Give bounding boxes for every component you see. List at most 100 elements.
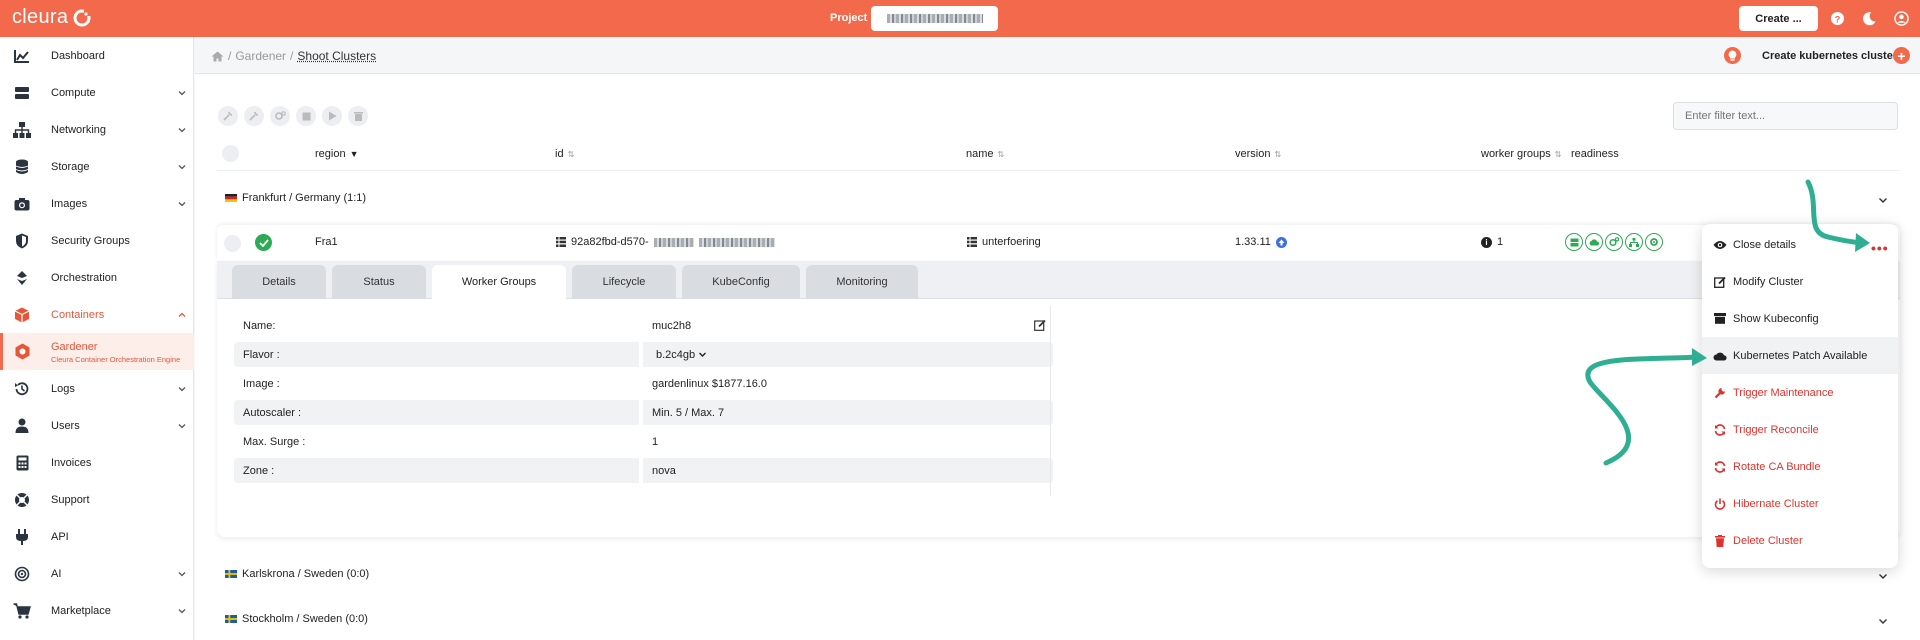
sidebar-item-users[interactable]: Users	[0, 407, 194, 444]
edit-icon[interactable]	[1034, 319, 1046, 331]
group-row-karlskrona[interactable]: Karlskrona / Sweden (0:0)	[225, 568, 369, 580]
user-account-icon[interactable]	[1893, 10, 1910, 27]
readiness-badges	[1565, 233, 1663, 251]
column-id[interactable]: id ⇅	[555, 148, 574, 160]
menu-hibernate-cluster[interactable]: Hibernate Cluster	[1702, 485, 1898, 522]
lightbulb-icon[interactable]	[1724, 47, 1741, 64]
group-row-stockholm[interactable]: Stockholm / Sweden (0:0)	[225, 613, 368, 625]
dark-mode-icon[interactable]	[1861, 10, 1878, 27]
menu-modify-cluster[interactable]: Modify Cluster	[1702, 263, 1898, 300]
tab-kubeconfig[interactable]: KubeConfig	[682, 265, 800, 299]
flavor-dropdown[interactable]: b.2c4gb	[652, 349, 711, 361]
group-row-frankfurt[interactable]: Frankfurt / Germany (1:1)	[225, 192, 366, 204]
sidebar-item-invoices[interactable]: Invoices	[0, 444, 194, 481]
sort-icon: ⇅	[1274, 149, 1282, 159]
sidebar-item-marketplace[interactable]: Marketplace	[0, 592, 194, 629]
sidebar-item-orchestration[interactable]: Orchestration	[0, 259, 194, 296]
history-icon	[13, 380, 31, 398]
sidebar-item-compute[interactable]: Compute	[0, 74, 194, 111]
menu-show-kubeconfig[interactable]: Show Kubeconfig	[1702, 300, 1898, 337]
cluster-region: Fra1	[315, 236, 338, 248]
cluster-id: 92a82fbd-d570-	[556, 236, 775, 248]
stop-icon[interactable]	[296, 106, 316, 126]
column-name[interactable]: name ⇅	[966, 148, 1004, 160]
server-ready-icon	[1565, 233, 1583, 251]
orchestration-icon	[13, 269, 31, 287]
user-icon	[13, 417, 31, 435]
sidebar-item-logs[interactable]: Logs	[0, 370, 194, 407]
sidebar-item-images[interactable]: Images	[0, 185, 194, 222]
sidebar-item-security-groups[interactable]: Security Groups	[0, 222, 194, 259]
cogs-ready-icon	[1605, 233, 1623, 251]
status-ok-icon	[255, 234, 272, 251]
lifebuoy-icon	[13, 491, 31, 509]
sidebar-item-networking[interactable]: Networking	[0, 111, 194, 148]
home-icon[interactable]	[211, 51, 224, 62]
cloud-ready-icon	[1585, 233, 1603, 251]
cluster-worker-groups: i 1	[1481, 236, 1503, 248]
page-header: / Gardener / Shoot Clusters Create kuber…	[195, 37, 1920, 74]
sort-icon: ⇅	[1554, 149, 1562, 159]
chevron-down-icon[interactable]	[1877, 570, 1889, 582]
chevron-down-icon	[699, 352, 707, 357]
cluster-row[interactable]: Fra1 92a82fbd-d570- unterfoering 1.33.11…	[217, 225, 1900, 261]
wrench-icon	[1713, 386, 1727, 400]
cogs-icon[interactable]	[270, 106, 290, 126]
menu-delete-cluster[interactable]: Delete Cluster	[1702, 522, 1898, 559]
info-icon[interactable]: i	[1481, 236, 1492, 248]
sidebar-item-support[interactable]: Support	[0, 481, 194, 518]
tab-status[interactable]: Status	[332, 265, 426, 299]
network-icon	[13, 121, 31, 139]
project-name-redacted	[886, 14, 983, 23]
menu-kubernetes-patch-available[interactable]: Kubernetes Patch Available	[1702, 337, 1898, 374]
sidebar-item-ai[interactable]: AI	[0, 555, 194, 592]
column-worker-groups[interactable]: worker groups ⇅	[1481, 148, 1561, 160]
breadcrumb-gardener[interactable]: Gardener	[235, 49, 286, 63]
cluster-name: unterfoering	[967, 236, 1041, 248]
upgrade-available-icon[interactable]	[1275, 236, 1287, 248]
menu-trigger-reconcile[interactable]: Trigger Reconcile	[1702, 411, 1898, 448]
trash-icon	[1713, 534, 1727, 548]
create-kubernetes-cluster-link[interactable]: Create kubernetes cluster	[1762, 50, 1897, 62]
menu-trigger-maintenance[interactable]: Trigger Maintenance	[1702, 374, 1898, 411]
menu-rotate-ca-bundle[interactable]: Rotate CA Bundle	[1702, 448, 1898, 485]
wrench-alt-icon[interactable]	[244, 106, 264, 126]
row-select-checkbox[interactable]	[224, 235, 241, 252]
help-icon[interactable]: ?	[1829, 10, 1846, 27]
add-cluster-icon[interactable]: +	[1893, 47, 1910, 64]
tab-lifecycle[interactable]: Lifecycle	[572, 265, 676, 299]
project-selector[interactable]	[871, 6, 998, 31]
column-region[interactable]: region ▼	[315, 148, 359, 160]
sidebar-item-api[interactable]: API	[0, 518, 194, 555]
tab-monitoring[interactable]: Monitoring	[806, 265, 918, 299]
select-all-checkbox[interactable]	[222, 145, 239, 162]
menu-close-details[interactable]: Close details	[1702, 226, 1898, 263]
detail-divider	[1050, 306, 1051, 496]
cart-icon	[13, 602, 31, 620]
sidebar-item-gardener[interactable]: Gardener Cleura Container Orchestration …	[0, 333, 194, 370]
tab-worker-groups[interactable]: Worker Groups	[432, 265, 566, 299]
create-button[interactable]: Create ...	[1739, 6, 1818, 31]
filter-input[interactable]	[1673, 102, 1898, 130]
chevron-down-icon	[178, 201, 186, 206]
sidebar-item-dashboard[interactable]: Dashboard	[0, 37, 194, 74]
archive-icon	[1713, 312, 1727, 326]
column-version[interactable]: version ⇅	[1235, 148, 1281, 160]
chevron-down-icon	[178, 127, 186, 132]
trash-icon[interactable]	[348, 106, 368, 126]
chevron-down-icon[interactable]	[1877, 194, 1889, 206]
chevron-down-icon	[178, 386, 186, 391]
cleura-logo[interactable]: cleura	[12, 6, 92, 29]
sidebar-item-containers[interactable]: Containers	[0, 296, 194, 333]
sweden-flag-icon	[225, 570, 237, 578]
more-actions-button[interactable]: •••	[1871, 240, 1889, 256]
sidebar-item-storage[interactable]: Storage	[0, 148, 194, 185]
wrench-icon[interactable]	[218, 106, 238, 126]
chevron-down-icon[interactable]	[1877, 615, 1889, 627]
cluster-version: 1.33.11	[1235, 236, 1287, 248]
play-icon[interactable]	[322, 106, 342, 126]
sort-icon: ⇅	[997, 149, 1005, 159]
edit-icon	[1713, 275, 1727, 289]
column-readiness: readiness	[1571, 148, 1619, 160]
tab-details[interactable]: Details	[232, 265, 326, 299]
